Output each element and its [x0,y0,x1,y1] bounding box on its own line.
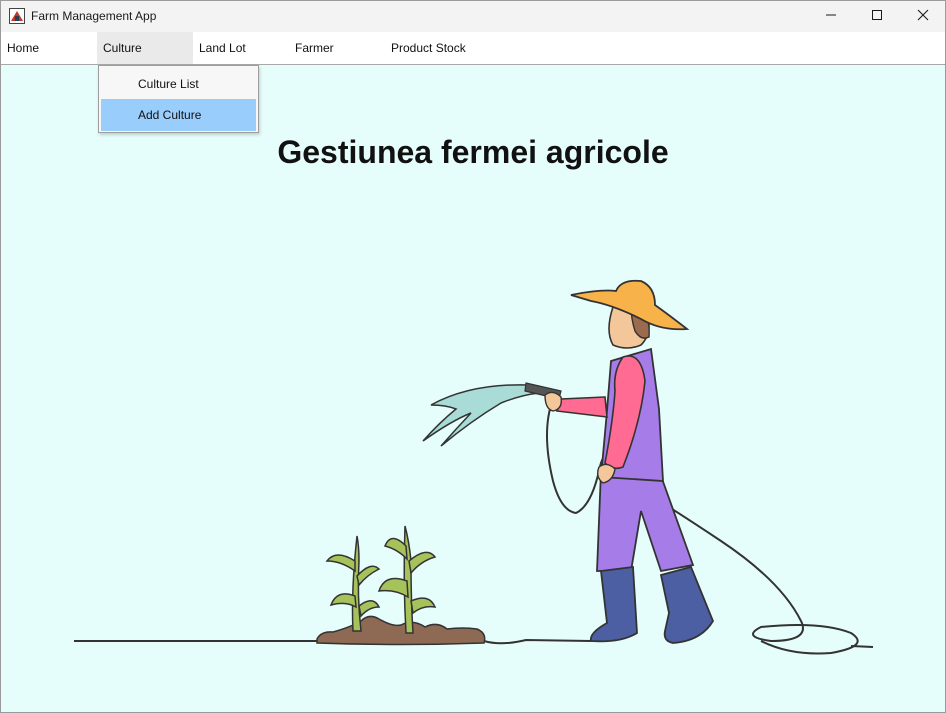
close-icon [917,8,929,26]
close-button[interactable] [900,1,945,32]
minimize-icon [825,8,837,26]
culture-dropdown-menu: Culture List Add Culture [98,65,259,133]
menu-home[interactable]: Home [1,32,95,64]
minimize-button[interactable] [808,1,854,32]
app-window: Farm Management App Home Culture Land Lo… [0,0,946,713]
menu-bar: Home Culture Land Lot Farmer Product Sto… [1,32,945,65]
app-icon [9,8,25,24]
window-title: Farm Management App [31,9,157,23]
maximize-button[interactable] [854,1,900,32]
maximize-icon [871,8,883,26]
menu-item-culture-list[interactable]: Culture List [101,68,256,100]
title-bar[interactable]: Farm Management App [1,1,945,32]
menu-culture[interactable]: Culture [97,32,193,64]
menu-land-lot[interactable]: Land Lot [193,32,289,64]
menu-farmer[interactable]: Farmer [289,32,385,64]
menu-item-add-culture[interactable]: Add Culture [101,99,256,131]
farmer-watering-plants-illustration [74,279,874,655]
menu-product-stock[interactable]: Product Stock [385,32,505,64]
